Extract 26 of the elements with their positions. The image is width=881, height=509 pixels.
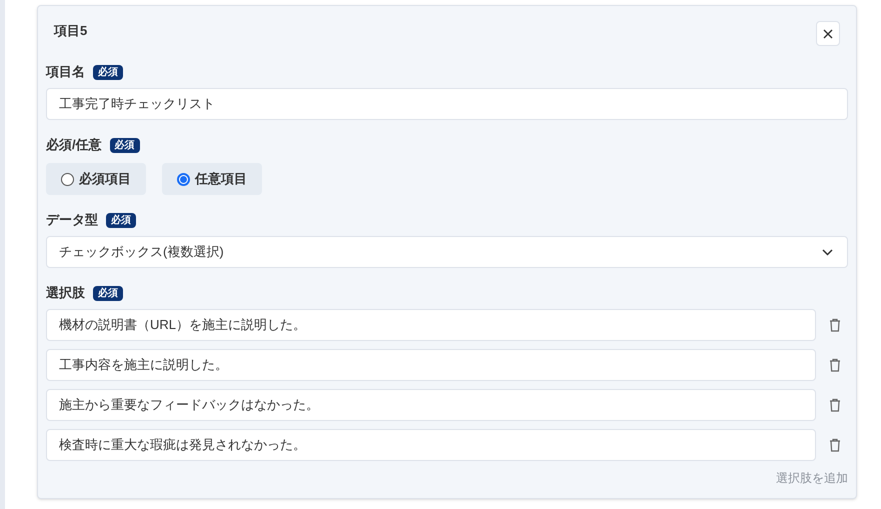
field-label: 必須/任意 <box>46 136 102 154</box>
radio-option[interactable]: 必須項目 <box>46 163 146 195</box>
choice-input[interactable]: 工事内容を施主に説明した。 <box>46 349 816 381</box>
item-title: 項目5 <box>54 22 88 40</box>
choice-input[interactable]: 施主から重要なフィードバックはなかった。 <box>46 389 816 421</box>
radio-button[interactable] <box>177 172 190 186</box>
required-badge: 必須 <box>106 212 136 228</box>
required-badge: 必須 <box>110 138 140 152</box>
close-icon <box>823 28 833 38</box>
trash-icon[interactable] <box>829 438 841 452</box>
choice-input[interactable]: 機材の説明書（URL）を施主に説明した。 <box>46 309 816 341</box>
radio-option[interactable]: 任意項目 <box>162 163 262 195</box>
chevron-down-icon <box>822 248 833 256</box>
select-field[interactable]: チェックボックス(複数選択) <box>46 236 848 268</box>
choice-input[interactable]: 検査時に重大な瑕疵は発見されなかった。 <box>46 429 816 461</box>
field-label: 選択肢 <box>46 284 85 302</box>
field-label: 項目名 <box>46 63 85 82</box>
trash-icon[interactable] <box>829 358 841 372</box>
required-badge: 必須 <box>93 64 123 80</box>
field-label: データ型 <box>46 211 98 230</box>
close-button[interactable] <box>816 21 840 46</box>
radio-button[interactable] <box>61 172 74 186</box>
text-input[interactable]: 工事完了時チェックリスト <box>46 88 848 120</box>
trash-icon[interactable] <box>829 398 841 412</box>
trash-icon[interactable] <box>829 318 841 332</box>
required-badge: 必須 <box>93 286 123 300</box>
